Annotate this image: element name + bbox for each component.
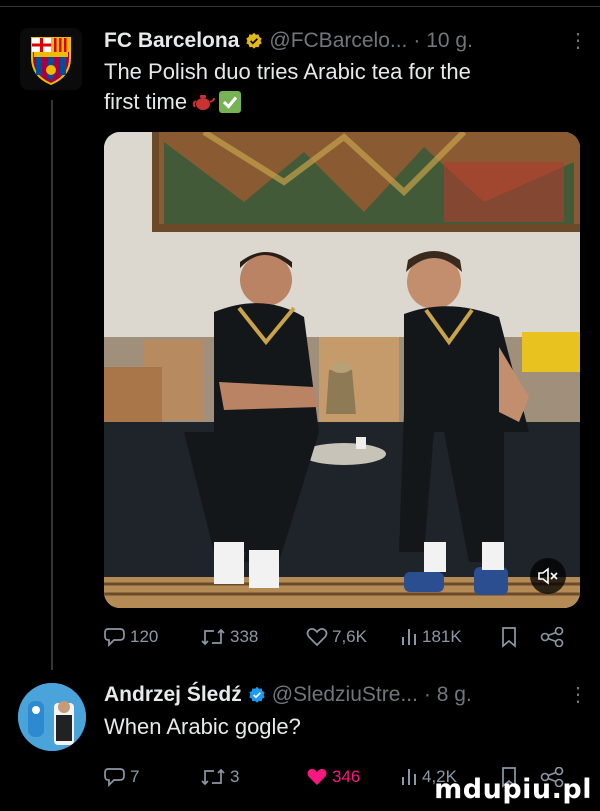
reply-button[interactable]: 7 — [104, 767, 139, 787]
bookmark-button[interactable] — [500, 626, 518, 648]
tweet1-video[interactable] — [104, 132, 580, 608]
heart-icon — [306, 628, 328, 647]
comment-icon — [104, 768, 125, 787]
tweet1-text-line2: first time — [104, 89, 188, 114]
retweet-button[interactable]: 338 — [200, 627, 258, 647]
watermark: mdupiu.pl — [434, 774, 592, 805]
comment-icon — [104, 628, 125, 647]
fcb-avatar[interactable] — [20, 28, 82, 90]
view-count: 181K — [422, 627, 462, 646]
bookmark-icon — [502, 627, 516, 648]
share-icon — [540, 627, 564, 647]
more-dots-icon[interactable]: ⋮ — [568, 682, 588, 707]
tweet1-actions: 120 338 7,6K 181K — [104, 622, 574, 652]
reply-button[interactable]: 120 — [104, 627, 158, 647]
tweet1-text-line1: The Polish duo tries Arabic tea for the — [104, 59, 471, 84]
tweet1-text-line2-row: first time — [104, 87, 574, 117]
views-bar-icon — [402, 629, 416, 645]
fcb-crest-icon — [20, 28, 82, 90]
tweet1-timestamp[interactable]: · 10 g. — [413, 29, 473, 53]
like-count: 7,6K — [332, 627, 367, 646]
retweet-count: 3 — [230, 767, 240, 786]
views-bar-icon — [402, 769, 416, 785]
teapot-icon — [192, 95, 216, 110]
blue-verified-icon — [249, 686, 265, 703]
more-dots-icon[interactable]: ⋮ — [568, 28, 588, 53]
like-button[interactable]: 7,6K — [306, 627, 367, 647]
tweet2-author-name[interactable]: Andrzej Śledź — [104, 683, 242, 707]
share-button[interactable] — [540, 627, 564, 647]
tweet2-text: When Arabic gogle? — [104, 714, 301, 739]
check-mark-icon — [219, 91, 242, 113]
mute-icon — [538, 567, 558, 585]
retweet-button[interactable]: 3 — [200, 767, 239, 787]
heart-filled-icon — [307, 768, 327, 785]
reply-count: 7 — [130, 767, 140, 786]
tweet2-handle[interactable]: @SledziuStre... — [272, 683, 418, 707]
reply-count: 120 — [130, 627, 159, 646]
like-count: 346 — [332, 767, 361, 786]
retweet-icon — [201, 628, 225, 646]
tweet1-text: The Polish duo tries Arabic tea for the … — [104, 57, 574, 117]
tweet2-timestamp[interactable]: · 8 g. — [424, 683, 472, 707]
like-button[interactable]: 346 — [306, 767, 360, 787]
avatar-image — [18, 683, 86, 751]
tweet2-header: Andrzej Śledź @SledziuStre... · 8 g. — [104, 680, 472, 710]
tweet1-author-name[interactable]: FC Barcelona — [104, 29, 239, 53]
retweet-count: 338 — [230, 627, 259, 646]
top-divider — [0, 6, 600, 7]
views-button[interactable]: 181K — [400, 627, 462, 647]
mute-button[interactable] — [530, 558, 566, 594]
gold-verified-icon — [246, 32, 263, 49]
tweet1-handle[interactable]: @FCBarcelo... — [269, 29, 407, 53]
tweet1-header: FC Barcelona @FCBarcelo... · 10 g. — [104, 26, 473, 56]
thread-line — [51, 100, 53, 670]
sledz-avatar[interactable] — [18, 683, 86, 751]
video-frame-image — [104, 132, 580, 608]
retweet-icon — [201, 768, 225, 786]
